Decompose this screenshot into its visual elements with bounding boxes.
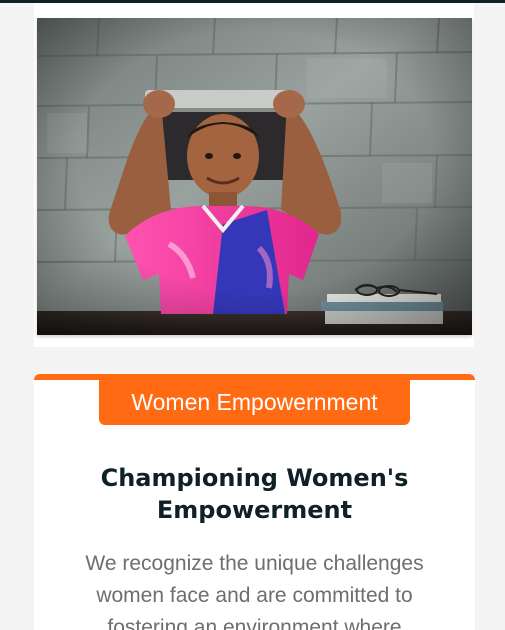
child-with-laptop-photo	[37, 18, 472, 335]
category-badge[interactable]: Women Empowernment	[99, 379, 410, 425]
card-title: Championing Women's Empowerment	[34, 462, 475, 526]
card-description: We recognize the unique challenges women…	[85, 552, 424, 630]
page: Women Empowernment Championing Women's E…	[0, 0, 505, 630]
card-title-line-1: Championing Women's	[100, 464, 409, 492]
program-card: Women Empowernment Championing Women's E…	[34, 374, 475, 630]
card-title-line-2: Empowerment	[156, 496, 353, 524]
